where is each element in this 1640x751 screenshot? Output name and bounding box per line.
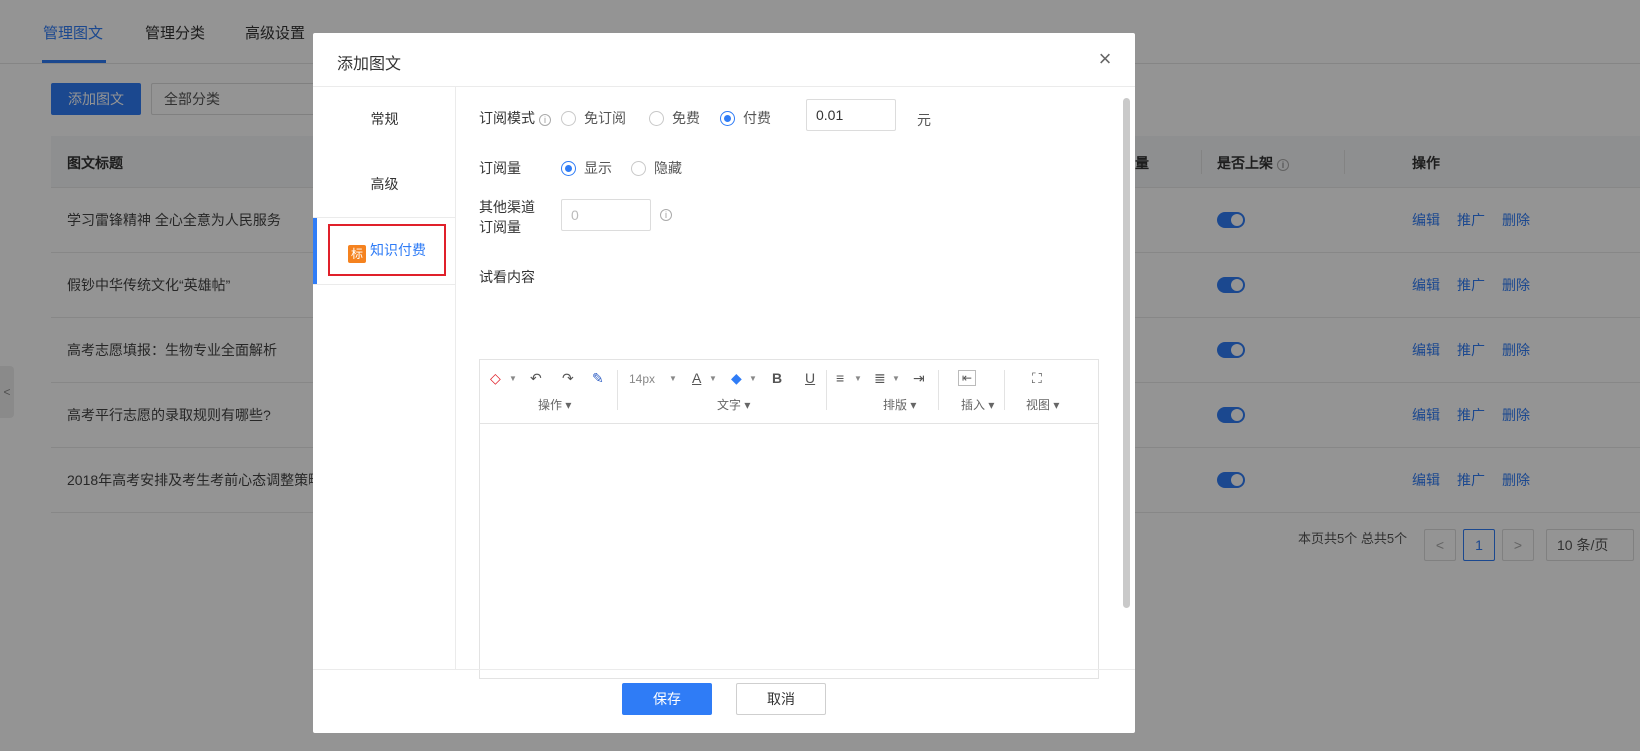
editor-toolbar: ◇ ▼ ↶ ↷ ✎ 操作 ▾ 14px ▼ A ▼ ◆ ▼ B U 文字 ▾ ≡… [480, 360, 1098, 424]
chevron-down-icon[interactable]: ▼ [749, 374, 757, 383]
radio-free[interactable]: 免费 [649, 108, 700, 128]
font-color-icon[interactable]: A [692, 370, 701, 386]
chevron-down-icon[interactable]: ▼ [669, 374, 677, 383]
radio-circle [561, 111, 576, 126]
subscribe-mode-label: 订阅模式 i [479, 108, 551, 128]
sidebar-divider [313, 217, 456, 218]
preview-content-label: 试看内容 [479, 269, 535, 285]
rich-text-editor: ◇ ▼ ↶ ↷ ✎ 操作 ▾ 14px ▼ A ▼ ◆ ▼ B U 文字 ▾ ≡… [479, 359, 1099, 679]
info-icon[interactable]: i [660, 209, 672, 221]
line-spacing-icon[interactable]: ≣ [874, 370, 886, 387]
info-icon[interactable]: i [539, 114, 551, 126]
paid-settings-form: 订阅模式 i 免订阅 免费 付费 0.01 元 订阅量 显示 隐藏 其他渠道 订阅量… [456, 87, 1135, 679]
close-icon[interactable]: × [1095, 48, 1115, 70]
toolbar-divider [617, 370, 618, 410]
tag-badge-icon: 标 [348, 245, 366, 263]
toolbar-group-insert[interactable]: 插入 ▾ [961, 396, 994, 413]
price-input[interactable]: 0.01 [806, 99, 896, 131]
other-channel-label: 其他渠道 订阅量 [479, 199, 535, 235]
align-icon[interactable]: ≡ [836, 370, 844, 386]
add-article-dialog: 添加图文 × 常规 高级 标知识付费 订阅模式 i 免订阅 免费 付费 0.01 … [313, 33, 1135, 733]
chevron-down-icon[interactable]: ▼ [892, 374, 900, 383]
indent-icon[interactable]: ⇥ [913, 370, 925, 387]
format-painter-icon[interactable]: ✎ [592, 370, 604, 387]
save-button[interactable]: 保存 [622, 683, 712, 715]
chevron-down-icon[interactable]: ▼ [709, 374, 717, 383]
toolbar-group-view[interactable]: 视图 ▾ [1026, 396, 1059, 413]
dialog-title: 添加图文 [337, 56, 402, 73]
other-channel-count-input[interactable]: 0 [561, 199, 651, 231]
radio-paid[interactable]: 付费 [720, 108, 771, 128]
price-unit: 元 [917, 112, 931, 128]
editor-content-area[interactable] [480, 424, 1098, 678]
dialog-scrollbar[interactable] [1123, 88, 1130, 660]
chevron-down-icon[interactable]: ▼ [509, 374, 517, 383]
dialog-sidebar: 常规 高级 [313, 87, 456, 669]
undo-icon[interactable]: ↶ [530, 370, 542, 387]
toolbar-group-layout[interactable]: 排版 ▾ [883, 396, 916, 413]
eraser-icon[interactable]: ◇ [490, 370, 501, 387]
highlight-color-icon[interactable]: ◆ [731, 370, 742, 387]
sidebar-item-general[interactable]: 常规 [313, 87, 456, 152]
sidebar-item-paid-knowledge[interactable]: 标知识付费 [328, 224, 446, 276]
sidebar-item-label: 知识付费 [370, 242, 426, 258]
cancel-button[interactable]: 取消 [736, 683, 826, 715]
sidebar-item-advanced[interactable]: 高级 [313, 152, 456, 217]
fullscreen-icon[interactable]: ⛶ [1032, 370, 1042, 387]
active-indicator [313, 218, 317, 284]
radio-circle [561, 161, 576, 176]
radio-no-subscribe[interactable]: 免订阅 [561, 108, 626, 128]
dialog-footer [313, 669, 1135, 733]
bold-icon[interactable]: B [772, 370, 782, 386]
chevron-down-icon[interactable]: ▼ [854, 374, 862, 383]
radio-hide[interactable]: 隐藏 [631, 158, 682, 178]
radio-show[interactable]: 显示 [561, 158, 612, 178]
font-size-select[interactable]: 14px [629, 372, 655, 386]
radio-circle [649, 111, 664, 126]
radio-circle [631, 161, 646, 176]
toolbar-group-text[interactable]: 文字 ▾ [717, 396, 750, 413]
scrollbar-thumb[interactable] [1123, 98, 1130, 608]
subscribe-count-label: 订阅量 [479, 160, 521, 176]
toolbar-group-operation[interactable]: 操作 ▾ [538, 396, 571, 413]
toolbar-divider [826, 370, 827, 410]
redo-icon[interactable]: ↷ [562, 370, 574, 387]
toolbar-divider [1004, 370, 1005, 410]
underline-icon[interactable]: U [805, 370, 815, 386]
sidebar-divider [313, 284, 456, 285]
dialog-header: 添加图文 × [313, 33, 1135, 87]
radio-circle [720, 111, 735, 126]
toolbar-divider [938, 370, 939, 410]
insert-icon[interactable]: ⇤ [958, 370, 977, 386]
